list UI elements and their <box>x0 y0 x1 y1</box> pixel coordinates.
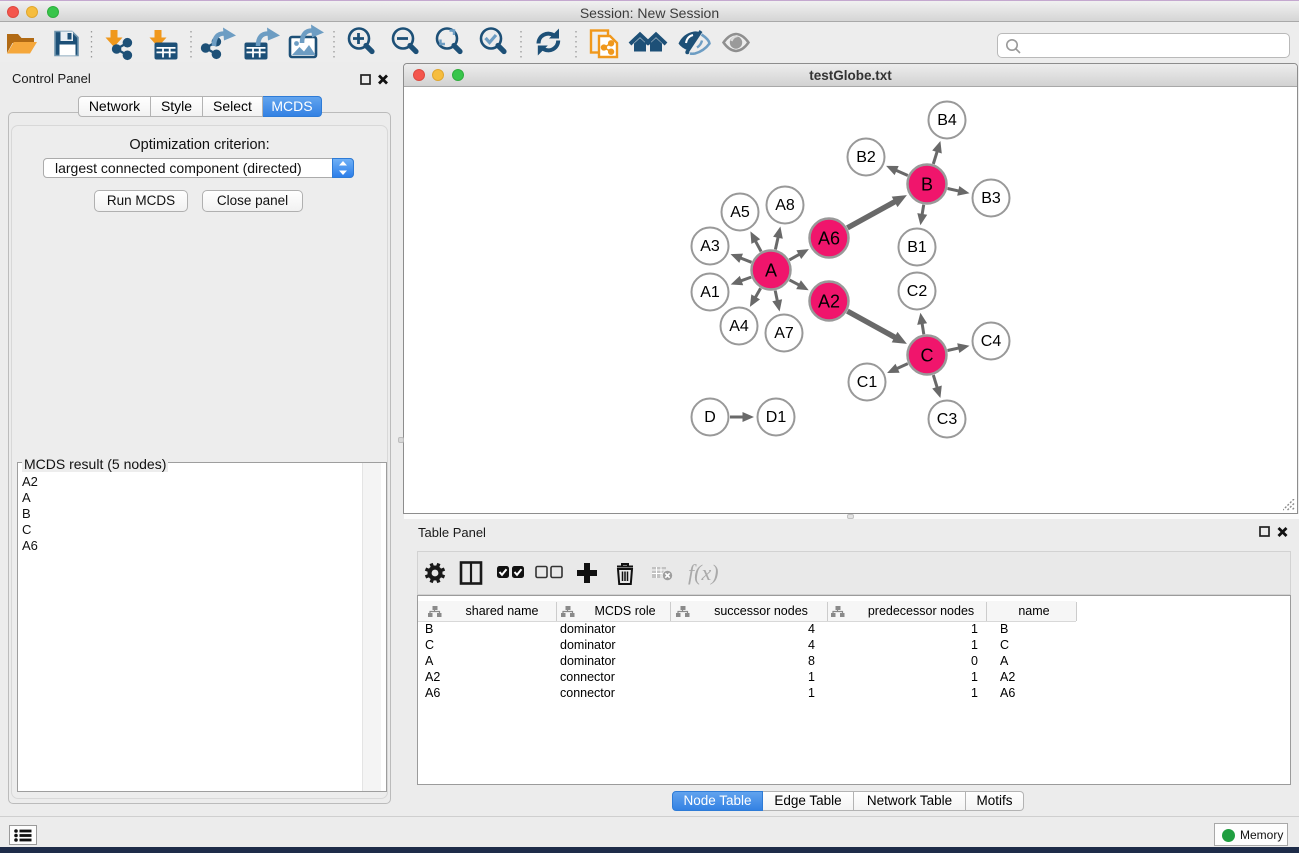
svg-text:A6: A6 <box>818 229 840 249</box>
svg-text:B1: B1 <box>907 239 927 256</box>
svg-text:A7: A7 <box>774 325 794 342</box>
svg-text:A2: A2 <box>818 292 840 312</box>
svg-text:C4: C4 <box>981 333 1002 350</box>
svg-text:f(x): f(x) <box>688 560 719 585</box>
svg-text:B3: B3 <box>981 190 1001 207</box>
svg-text:A4: A4 <box>729 318 749 335</box>
svg-text:B2: B2 <box>856 149 876 166</box>
svg-text:D: D <box>704 409 716 426</box>
svg-text:D1: D1 <box>766 409 787 426</box>
svg-text:C2: C2 <box>907 283 928 300</box>
svg-text:A5: A5 <box>730 204 750 221</box>
svg-text:B4: B4 <box>937 112 957 129</box>
svg-text:C1: C1 <box>857 374 878 391</box>
svg-text:C: C <box>921 346 934 366</box>
svg-text:A3: A3 <box>700 238 720 255</box>
svg-text:B: B <box>921 175 933 195</box>
svg-text:A: A <box>765 261 777 281</box>
svg-text:A1: A1 <box>700 284 720 301</box>
svg-text:C3: C3 <box>937 411 958 428</box>
svg-text:A8: A8 <box>775 197 795 214</box>
